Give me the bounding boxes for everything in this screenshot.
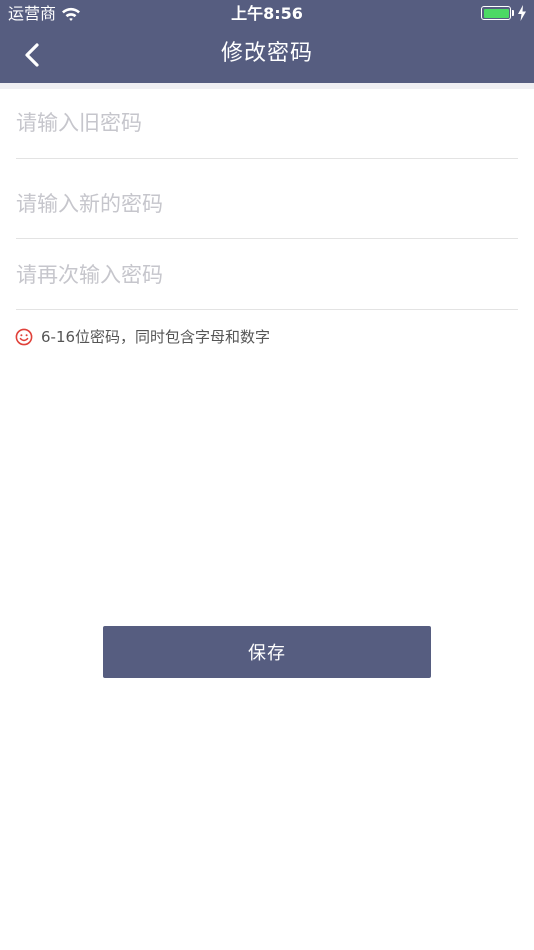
confirm-password-field xyxy=(16,240,518,310)
charging-bolt-icon xyxy=(518,5,526,21)
new-password-field xyxy=(16,169,518,239)
header: 运营商 上午8:56 修改密码 xyxy=(0,0,534,83)
status-time: 上午8:56 xyxy=(231,4,303,23)
old-password-field xyxy=(16,89,518,159)
save-button[interactable]: 保存 xyxy=(103,626,431,678)
smile-icon xyxy=(15,328,33,346)
battery-icon xyxy=(481,6,511,20)
confirm-password-input[interactable] xyxy=(16,240,518,309)
page-title: 修改密码 xyxy=(220,41,313,66)
nav-bar: 修改密码 xyxy=(0,28,534,83)
password-hint-text: 6-16位密码，同时包含字母和数字 xyxy=(41,328,271,346)
battery-cap xyxy=(512,10,514,16)
old-password-input[interactable] xyxy=(16,89,518,157)
status-bar: 运营商 上午8:56 xyxy=(0,0,534,28)
new-password-input[interactable] xyxy=(16,169,518,238)
